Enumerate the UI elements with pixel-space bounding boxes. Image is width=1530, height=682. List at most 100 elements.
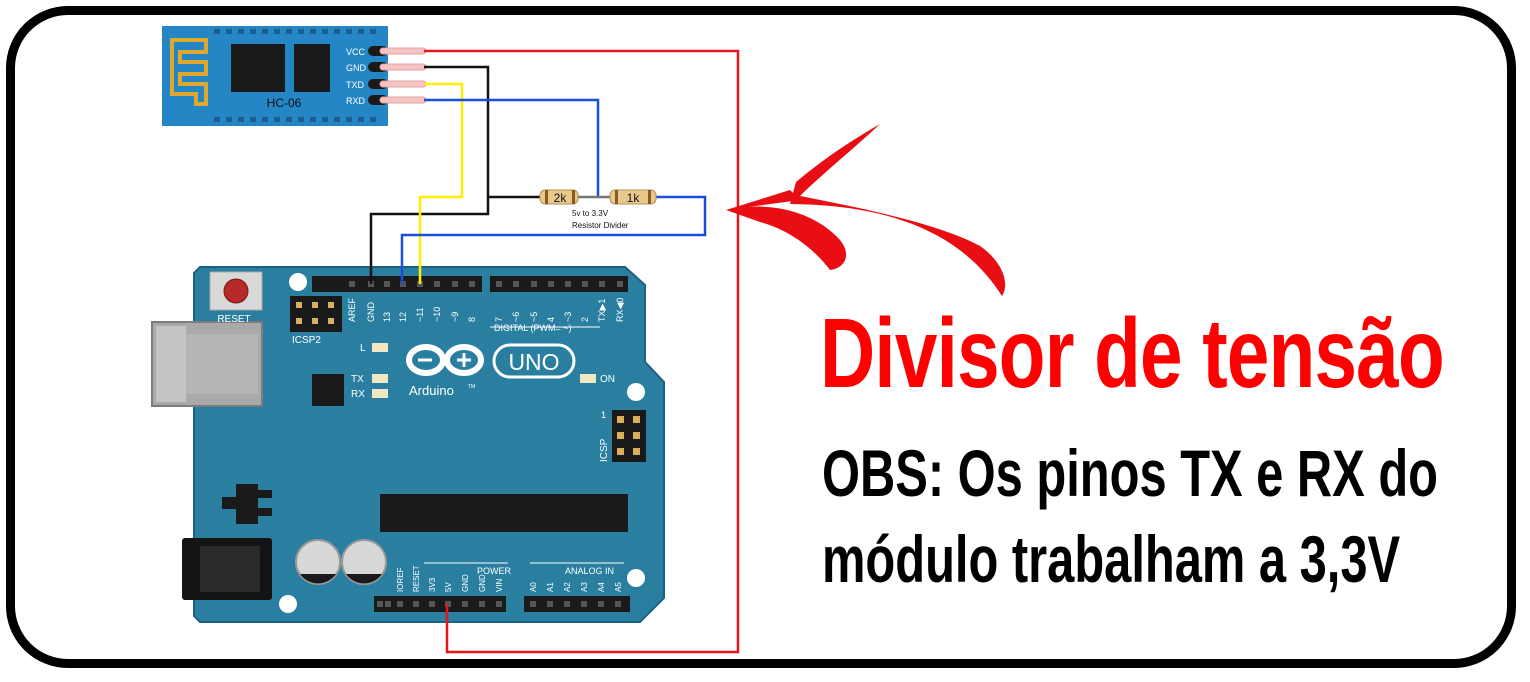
icsp2-label: ICSP2 xyxy=(292,335,321,346)
atmega-chip xyxy=(380,494,628,532)
rxd-wire xyxy=(424,98,600,197)
module-pin-label: RXD xyxy=(346,96,366,106)
pin-hole xyxy=(384,281,390,287)
led-l xyxy=(372,343,388,352)
pin-hole xyxy=(479,601,485,607)
digital-pin-label: TX▶1 xyxy=(597,299,607,322)
power-pin-label: GND xyxy=(461,574,470,592)
pin-hole xyxy=(377,601,383,607)
led-on-label: ON xyxy=(600,374,615,385)
pin-wire-sleeve xyxy=(379,47,427,55)
pin-hole xyxy=(397,601,403,607)
mounting-hole xyxy=(279,595,297,613)
pin-hole xyxy=(581,601,587,607)
mounting-hole xyxy=(627,569,645,587)
digital-pin-label: 12 xyxy=(398,312,408,322)
trademark: TM xyxy=(468,384,475,390)
pin-hole xyxy=(349,281,355,287)
digital-pin-label: 13 xyxy=(382,312,392,322)
pin-hole xyxy=(548,281,554,287)
digital-pin-label: ~9 xyxy=(450,312,460,322)
pin-hole xyxy=(531,281,537,287)
pin-hole xyxy=(513,281,519,287)
led-tx xyxy=(372,374,388,383)
power-pin-label: 3V3 xyxy=(428,577,437,592)
pin-hole xyxy=(452,281,458,287)
digital-pin-label: ~6 xyxy=(511,312,521,322)
pin-hole xyxy=(564,601,570,607)
pin-hole xyxy=(413,601,419,607)
note-line-1: OBS: Os pinos TX e RX do xyxy=(822,436,1438,510)
resistor-1k-label: 1k xyxy=(627,191,641,205)
power-pin-label: GND xyxy=(478,574,487,592)
icsp2-header xyxy=(290,296,342,332)
digital-pin-label: 2 xyxy=(580,317,590,322)
digital-pin-label: 7 xyxy=(494,317,504,322)
pin-hole xyxy=(434,281,440,287)
pin-hole xyxy=(599,281,605,287)
divider-caption-line1: 5v to 3.3V xyxy=(572,209,609,218)
digital-pin-label: ~3 xyxy=(563,312,573,322)
usb-connector xyxy=(151,321,263,407)
usb-chip xyxy=(312,374,344,406)
pin-hole xyxy=(462,601,468,607)
digital-label: DIGITAL (PWM= ~) xyxy=(494,323,572,333)
module-name: HC-06 xyxy=(267,96,302,110)
digital-pin-label: GND xyxy=(366,302,376,323)
power-pin-label: RESET xyxy=(412,565,421,592)
led-on xyxy=(580,374,596,383)
analog-label: ANALOG IN xyxy=(565,566,614,576)
capacitor xyxy=(341,539,387,585)
digital-header-right xyxy=(490,276,628,292)
power-pin-label: IOREF xyxy=(396,567,405,592)
power-jack xyxy=(182,538,272,600)
uno-label: UNO xyxy=(508,349,559,375)
analog-header xyxy=(524,596,630,612)
reset-button[interactable] xyxy=(209,271,263,311)
analog-pin-label: A0 xyxy=(529,582,538,592)
led-rx-label: RX xyxy=(351,389,365,400)
digital-pin-label: ~5 xyxy=(529,312,539,322)
led-l-label: L xyxy=(360,343,366,354)
arduino-logo-text: Arduino xyxy=(409,383,454,398)
analog-pin-label: A2 xyxy=(563,582,572,592)
divider-caption-line2: Resistor Divider xyxy=(572,221,629,230)
red-arrow-icon xyxy=(726,124,1006,296)
analog-pin-label: A4 xyxy=(597,582,606,592)
pin-hole xyxy=(615,601,621,607)
power-pin-label: 5V xyxy=(444,582,453,592)
pin-wire-sleeve xyxy=(379,80,427,88)
note-line-2: módulo trabalham a 3,3V xyxy=(822,522,1401,596)
digital-pin-label: AREF xyxy=(347,297,357,322)
pin-hole xyxy=(598,601,604,607)
module-pin-label: VCC xyxy=(346,47,366,57)
pin-hole xyxy=(496,281,502,287)
mounting-hole xyxy=(627,383,645,401)
pin-hole xyxy=(530,601,536,607)
icsp-label: ICSP xyxy=(599,438,610,462)
resistor-2k-label: 2k xyxy=(554,191,568,205)
analog-pin-label: A3 xyxy=(580,582,589,592)
pin-hole xyxy=(565,281,571,287)
hc06-module xyxy=(162,26,388,126)
pin-hole xyxy=(469,281,475,287)
power-header xyxy=(374,596,506,612)
digital-pin-label: RX◀0 xyxy=(615,298,625,322)
pin-hole xyxy=(496,601,502,607)
gnd-wire-to-divider xyxy=(424,65,540,199)
module-pin-label: TXD xyxy=(346,80,365,90)
txd-wire xyxy=(418,82,464,284)
led-rx xyxy=(372,389,388,398)
digital-pin-label: ~11 xyxy=(415,307,425,322)
pin-hole xyxy=(429,601,435,607)
led-tx-label: TX xyxy=(351,374,364,385)
pin-hole xyxy=(582,281,588,287)
pin-hole xyxy=(617,281,623,287)
icsp-header xyxy=(612,410,646,462)
analog-pin-label: A1 xyxy=(546,582,555,592)
icsp-pin1-label: 1 xyxy=(601,410,606,420)
title: Divisor de tensão xyxy=(820,298,1445,408)
mounting-hole xyxy=(289,273,307,291)
module-pin-label: GND xyxy=(346,63,367,73)
bottom-pin-holes xyxy=(377,601,621,607)
